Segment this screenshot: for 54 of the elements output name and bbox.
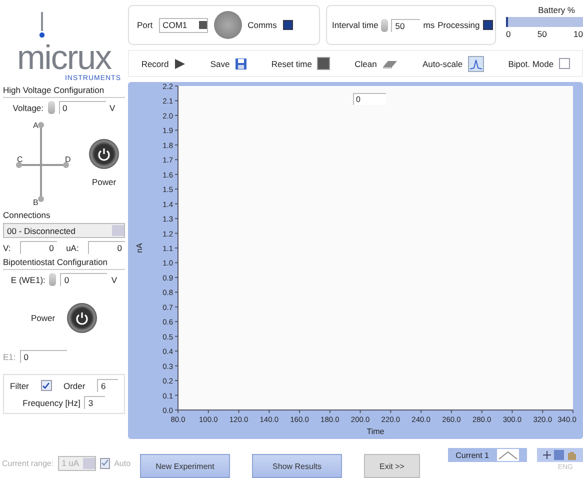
battery-label: Battery % bbox=[538, 5, 575, 15]
plot-legend[interactable]: Current 1 bbox=[448, 448, 527, 462]
comms-label: Comms bbox=[248, 20, 277, 30]
field-label: Voltage: bbox=[12, 102, 44, 112]
unit-label: ms bbox=[423, 20, 435, 30]
action-button[interactable]: Show Results bbox=[252, 454, 342, 478]
action-button[interactable]: New Experiment bbox=[140, 454, 230, 478]
toolbar-label: Reset time bbox=[271, 58, 312, 68]
section-title: High Voltage Configuration bbox=[3, 85, 125, 98]
toolbar-label: Save bbox=[210, 58, 230, 68]
electrode-label: C bbox=[17, 155, 23, 164]
voltage-field[interactable]: 0 bbox=[58, 101, 106, 114]
connections-dropdown[interactable]: 00 - Disconnected bbox=[3, 223, 125, 238]
gauge-tick-label: 10 bbox=[574, 29, 583, 39]
toolbar-label: Record bbox=[141, 58, 169, 68]
potential-reading: 0 bbox=[20, 350, 67, 363]
field-label: V: bbox=[3, 242, 11, 252]
field-label: E1: bbox=[3, 352, 16, 362]
x-axis-title: Time bbox=[366, 427, 384, 436]
toolbar-label: Auto-scale bbox=[422, 58, 463, 68]
power-label: Power bbox=[30, 313, 56, 323]
interval-field[interactable]: 50 bbox=[391, 18, 420, 32]
power-label: Power bbox=[92, 177, 116, 187]
toolbar-label: Bipot. Mode bbox=[508, 58, 554, 68]
potential-field[interactable]: 0 bbox=[60, 273, 108, 286]
gauge-tick-label: 50 bbox=[537, 29, 547, 39]
frequency-field[interactable]: 3 bbox=[84, 396, 106, 409]
toolbar-label: Clean bbox=[354, 58, 377, 68]
port-dropdown[interactable]: COM1 bbox=[158, 18, 208, 32]
cursor-readout-field: 0 bbox=[353, 93, 386, 105]
order-field[interactable]: 6 bbox=[96, 379, 118, 392]
interval-label: Interval time bbox=[332, 20, 378, 30]
order-label: Order bbox=[63, 380, 86, 390]
section-title: Bipotentiostat Configuration bbox=[3, 257, 125, 270]
connections-label: Connections bbox=[3, 210, 52, 220]
current-range-label: Current range: bbox=[2, 458, 54, 468]
unit-label: V bbox=[111, 274, 118, 284]
field-label: E (WE1): bbox=[10, 274, 46, 284]
unit-label: V bbox=[110, 102, 116, 112]
frequency-label: Frequency [Hz] bbox=[22, 398, 80, 408]
y-axis-title: nA bbox=[135, 243, 144, 253]
current-reading: 0 bbox=[88, 241, 125, 254]
logo-name: micrux bbox=[16, 41, 112, 75]
field-label: uA: bbox=[66, 242, 79, 252]
electrode-label: D bbox=[65, 155, 71, 164]
action-button[interactable]: Exit >> bbox=[364, 454, 420, 478]
electrode-label: A bbox=[33, 121, 38, 130]
electrode-label: B bbox=[33, 198, 38, 207]
gauge-tick-label: 0 bbox=[506, 29, 511, 39]
filter-label: Filter bbox=[10, 380, 29, 390]
voltage-reading: 0 bbox=[20, 241, 57, 254]
port-label: Port bbox=[137, 20, 153, 30]
auto-label: Auto bbox=[114, 458, 131, 468]
processing-label: Processing bbox=[438, 20, 480, 30]
